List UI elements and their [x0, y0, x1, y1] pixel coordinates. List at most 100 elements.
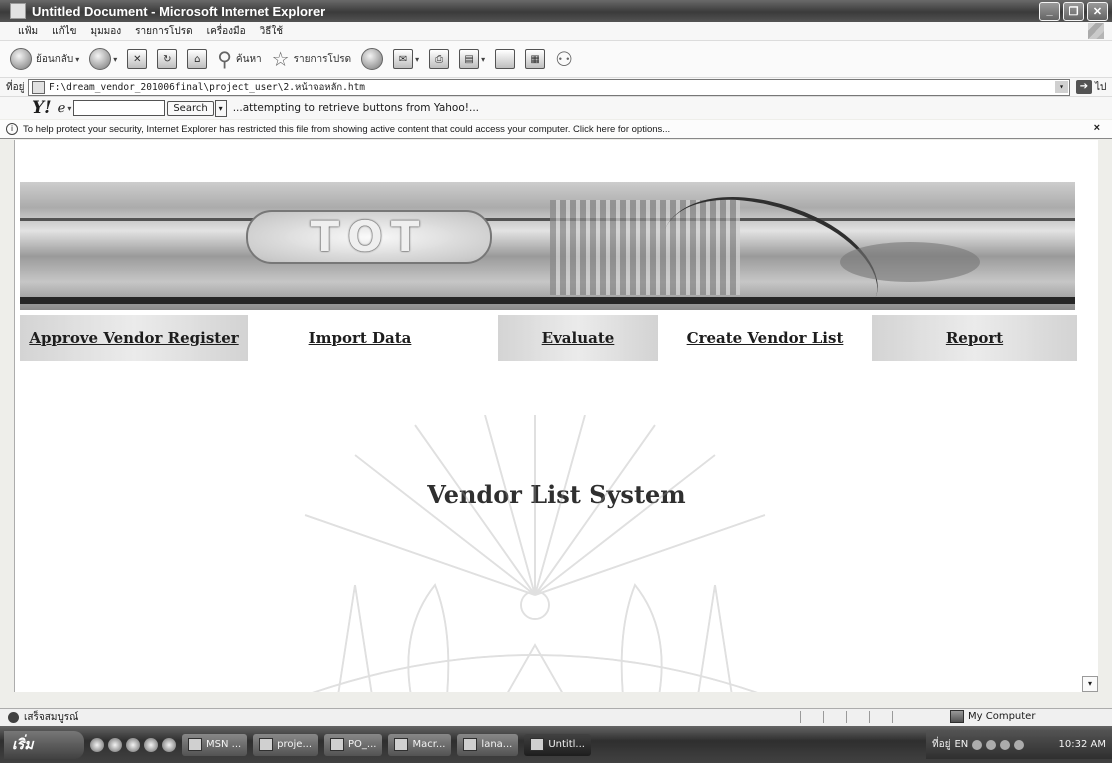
minimize-button[interactable]: _	[1039, 1, 1060, 21]
task-msn[interactable]: MSN ...	[182, 733, 248, 756]
discuss-button[interactable]	[495, 49, 516, 69]
address-field[interactable]: F:\dream_vendor_201006final\project_user…	[28, 78, 1070, 96]
tray-icon[interactable]	[986, 739, 997, 750]
stop-button[interactable]: ✕	[127, 49, 148, 69]
nav-report[interactable]: Report	[872, 315, 1077, 361]
zone-label: My Computer	[968, 711, 1036, 722]
maximize-button[interactable]: ❐	[1063, 1, 1084, 21]
status-text: เสร็จสมบูรณ์	[24, 712, 79, 723]
chevron-down-icon[interactable]: ▾	[214, 99, 227, 117]
yahoo-toolbar: Y! ℯ ▾ Search ▾ ...attempting to retriev…	[0, 97, 1112, 119]
word-icon	[463, 738, 478, 751]
windows-taskbar: เริ่ม MSN ... proje... PO_... Macr... la…	[0, 726, 1112, 763]
messenger-button[interactable]: ⚇	[555, 49, 573, 69]
status-panel	[846, 711, 869, 723]
chevron-down-icon[interactable]: ▾	[67, 104, 71, 113]
nav-import-data[interactable]: Import Data	[275, 315, 445, 361]
banner-bottom-bar	[20, 297, 1075, 304]
language-indicator[interactable]: EN	[954, 739, 968, 750]
go-label: ไป	[1095, 81, 1107, 93]
quicklaunch-icon[interactable]	[144, 737, 158, 752]
task-label: Untitl...	[548, 739, 585, 750]
folder-icon	[330, 738, 344, 751]
menu-tools[interactable]: เครื่องมือ	[207, 24, 246, 39]
status-panel	[823, 711, 846, 723]
folder-icon	[259, 738, 274, 751]
yahoo-status-message: ...attempting to retrieve buttons from Y…	[232, 102, 480, 114]
dreamweaver-icon	[394, 738, 409, 751]
banner-stripe	[20, 218, 1075, 221]
refresh-button[interactable]: ↻	[157, 49, 178, 69]
yahoo-search-button[interactable]: Search	[167, 100, 214, 116]
refresh-icon: ↻	[157, 49, 178, 69]
close-button[interactable]: ✕	[1087, 1, 1108, 21]
quicklaunch-icon[interactable]	[126, 737, 140, 752]
print-button[interactable]: ⎙	[429, 49, 450, 69]
computer-icon	[950, 710, 964, 723]
quicklaunch-icon[interactable]	[162, 737, 176, 752]
task-macromedia[interactable]: Macr...	[388, 733, 452, 756]
go-button[interactable]: ➔ ไป	[1076, 80, 1106, 95]
edit-button[interactable]: ▤ ▾	[459, 49, 485, 69]
clock[interactable]: 10:32 AM	[1059, 739, 1106, 750]
tray-icon[interactable]	[1014, 739, 1025, 750]
chevron-down-icon: ▾	[481, 54, 486, 64]
start-button[interactable]: เริ่ม	[4, 730, 84, 759]
yahoo-search-input[interactable]	[73, 100, 166, 116]
stop-icon: ✕	[127, 49, 148, 69]
menu-help[interactable]: วิธีใช้	[260, 24, 283, 39]
back-button[interactable]: ย้อนกลับ ▾	[10, 48, 79, 70]
status-bar: เสร็จสมบูรณ์ My Computer	[0, 708, 1112, 726]
chevron-down-icon[interactable]: ▾	[1055, 80, 1068, 93]
yahoo-logo[interactable]: Y!	[32, 98, 52, 118]
scroll-down-button[interactable]: ▾	[1082, 676, 1098, 692]
ie-icon	[530, 738, 545, 751]
close-icon[interactable]: ×	[1094, 122, 1100, 134]
ie-quicklaunch-icon[interactable]	[90, 737, 104, 752]
quicklaunch-icon[interactable]	[108, 737, 122, 752]
menu-file[interactable]: แฟ้ม	[18, 24, 38, 39]
task-label: Macr...	[412, 739, 446, 750]
main-navigation: Approve Vendor Register Import Data Eval…	[20, 315, 1077, 361]
home-button[interactable]: ⌂	[187, 49, 208, 69]
home-icon: ⌂	[187, 49, 208, 69]
security-zone: My Computer	[950, 710, 1035, 723]
yahoo-edit-icon[interactable]: ℯ	[58, 101, 66, 116]
task-po-folder[interactable]: PO_...	[324, 733, 383, 756]
history-icon	[361, 48, 384, 70]
status-panels	[800, 711, 915, 723]
menu-bar: แฟ้ม แก้ไข มุมมอง รายการโปรด เครื่องมือ …	[0, 22, 1112, 41]
menu-favorites[interactable]: รายการโปรด	[135, 24, 192, 39]
tot-logo: TOT	[246, 210, 492, 264]
nav-create-vendor-list[interactable]: Create Vendor List	[670, 315, 860, 361]
search-button[interactable]: ⚲ ค้นหา	[217, 49, 261, 69]
task-project-folder[interactable]: proje...	[253, 733, 318, 756]
chevron-down-icon: ▾	[415, 54, 420, 64]
status-panel	[892, 711, 915, 723]
favorites-button[interactable]: ☆ รายการโปรด	[272, 49, 351, 69]
task-untitled-ie[interactable]: Untitl...	[524, 733, 591, 756]
history-button[interactable]	[361, 48, 384, 70]
tray-icon[interactable]	[972, 739, 983, 750]
tray-icon[interactable]	[1000, 739, 1011, 750]
task-label: MSN ...	[206, 739, 242, 750]
mail-icon: ✉	[393, 49, 414, 69]
university-emblem-watermark	[304, 415, 766, 692]
status-panel	[869, 711, 892, 723]
forward-arrow-icon	[89, 48, 112, 70]
star-icon: ☆	[271, 47, 290, 71]
search-label: ค้นหา	[235, 53, 262, 65]
security-information-bar[interactable]: i To help protect your security, Interne…	[0, 120, 1112, 139]
menu-view[interactable]: มุมมอง	[91, 24, 122, 39]
task-document[interactable]: lana...	[457, 733, 519, 756]
research-button[interactable]: ▦	[525, 49, 546, 69]
favorites-label: รายการโปรด	[293, 53, 352, 65]
tray-address-label: ที่อยู่	[932, 739, 951, 750]
forward-button[interactable]: ▾	[89, 48, 117, 70]
address-url: F:\dream_vendor_201006final\project_user…	[49, 81, 366, 93]
back-label: ย้อนกลับ	[36, 53, 74, 65]
nav-approve-vendor-register[interactable]: Approve Vendor Register	[20, 315, 248, 361]
menu-edit[interactable]: แก้ไข	[52, 24, 76, 39]
mail-button[interactable]: ✉ ▾	[393, 49, 419, 69]
nav-evaluate[interactable]: Evaluate	[498, 315, 658, 361]
